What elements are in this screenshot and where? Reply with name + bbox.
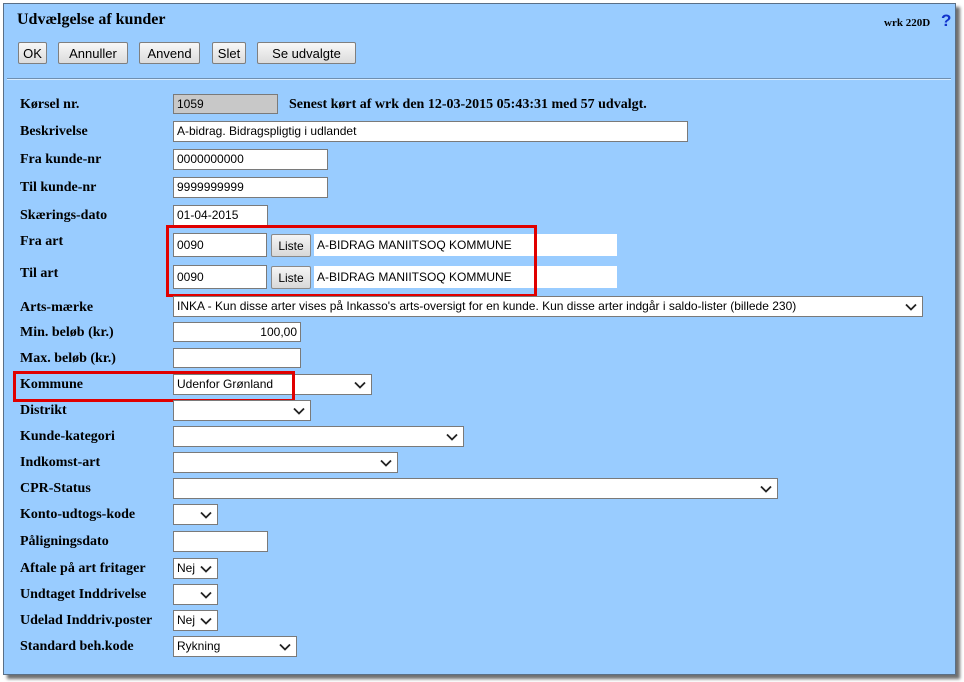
chevron-down-icon [759,482,773,496]
chevron-down-icon [278,640,292,654]
fra-kunde-label: Fra kunde-nr [20,152,102,167]
til-art-field[interactable]: 0090 [173,265,267,289]
korsel-label: Kørsel nr. [20,97,80,112]
fra-art-label: Fra art [20,234,64,249]
aftale-value: Nej [177,561,196,575]
chevron-down-icon [379,456,393,470]
last-run-text: Senest kørt af wrk den 12-03-2015 05:43:… [289,97,647,112]
indkomst-art-label: Indkomst-art [20,455,101,470]
ok-button[interactable]: OK [18,42,47,64]
til-kunde-field[interactable]: 9999999999 [173,177,328,198]
udelad-select[interactable]: Nej [173,610,218,631]
arts-maerke-select[interactable]: INKA - Kun disse arter vises på Inkasso'… [173,296,923,317]
kunde-kategori-label: Kunde-kategori [20,429,115,444]
beskrivelse-field[interactable]: A-bidrag. Bidragspligtig i udlandet [173,121,688,142]
til-kunde-label: Til kunde-nr [20,180,97,195]
undtaget-label: Undtaget Inddrivelse [20,587,147,602]
min-belob-label: Min. beløb (kr.) [20,325,114,340]
fra-kunde-field[interactable]: 0000000000 [173,149,328,170]
delete-button[interactable]: Slet [212,42,246,64]
til-art-list-button[interactable]: Liste [271,266,311,289]
udelad-label: Udelad Inddriv.poster [20,613,153,628]
konto-udtogs-kode-select[interactable] [173,504,218,525]
chevron-down-icon [445,430,459,444]
kommune-select[interactable]: Udenfor Grønland [173,374,372,395]
fra-art-list-button[interactable]: Liste [271,234,311,257]
chevron-down-icon [199,614,213,628]
paligningsdato-label: Påligningsdato [20,534,109,549]
indkomst-art-select[interactable] [173,452,398,473]
fra-art-name: A-BIDRAG MANIITSOQ KOMMUNE [314,234,617,256]
max-belob-label: Max. beløb (kr.) [20,351,116,366]
help-icon[interactable]: ? [941,11,951,31]
toolbar-separator [7,78,951,80]
kommune-label: Kommune [20,377,83,392]
beskrivelse-label: Beskrivelse [20,124,88,139]
min-belob-field[interactable]: 100,00 [173,322,301,342]
chevron-down-icon [199,508,213,522]
standard-beh-value: Rykning [177,639,221,653]
aftale-select[interactable]: Nej [173,558,218,579]
selection-window: Udvælgelse af kunder wrk 220D ? OK Annul… [3,3,956,675]
chevron-down-icon [199,588,213,602]
window-title: Udvælgelse af kunder [17,11,166,28]
standard-beh-label: Standard beh.kode [20,639,134,654]
udelad-value: Nej [177,613,196,627]
aftale-label: Aftale på art fritager [20,561,146,576]
arts-maerke-value: INKA - Kun disse arter vises på Inkasso'… [177,299,797,313]
standard-beh-select[interactable]: Rykning [173,636,297,657]
screen-code: wrk 220D [884,17,931,29]
chevron-down-icon [292,404,306,418]
show-selected-button[interactable]: Se udvalgte [257,42,356,64]
paligningsdato-field[interactable] [173,531,268,552]
cancel-button[interactable]: Annuller [58,42,128,64]
til-art-name: A-BIDRAG MANIITSOQ KOMMUNE [314,266,617,288]
chevron-down-icon [199,562,213,576]
skaerings-dato-label: Skærings-dato [20,208,108,223]
cpr-status-label: CPR-Status [20,481,91,496]
kunde-kategori-select[interactable] [173,426,464,447]
distrikt-select[interactable] [173,400,311,421]
cpr-status-select[interactable] [173,478,778,499]
til-art-label: Til art [20,266,59,281]
kommune-value: Udenfor Grønland [177,377,274,391]
max-belob-field[interactable] [173,348,301,368]
chevron-down-icon [353,378,367,392]
undtaget-select[interactable] [173,584,218,605]
distrikt-label: Distrikt [20,403,67,418]
fra-art-field[interactable]: 0090 [173,233,267,257]
apply-button[interactable]: Anvend [139,42,200,64]
arts-maerke-label: Arts-mærke [20,300,94,315]
konto-udtogs-kode-label: Konto-udtogs-kode [20,507,136,522]
korsel-field: 1059 [173,94,278,114]
chevron-down-icon [904,300,918,314]
skaerings-dato-field[interactable]: 01-04-2015 [173,205,268,226]
